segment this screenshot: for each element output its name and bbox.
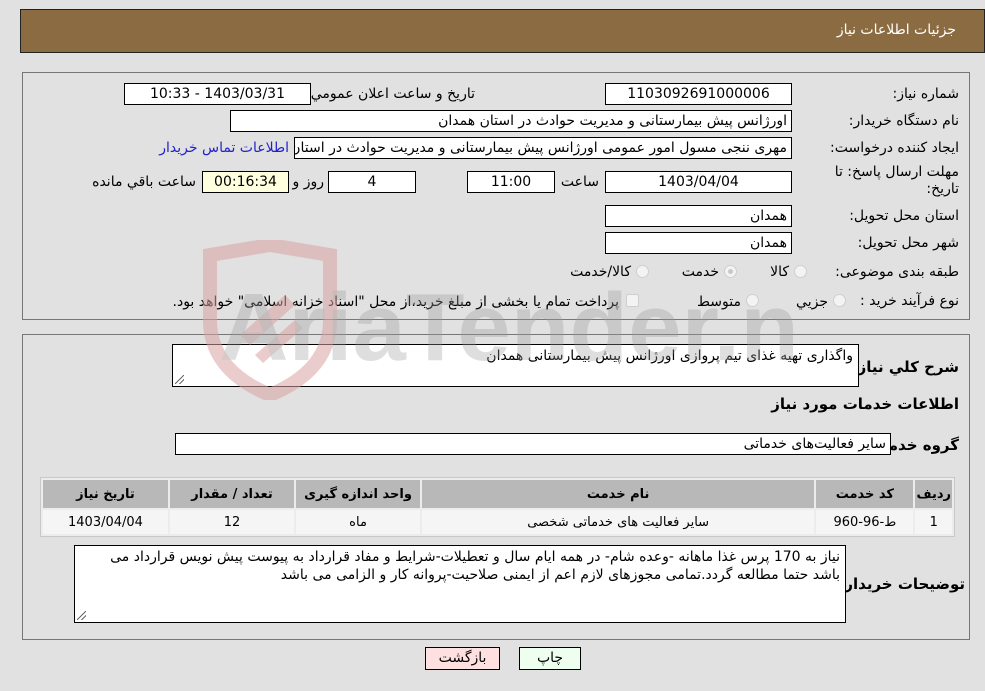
page-title: جزئیات اطلاعات نیاز <box>836 22 956 38</box>
buyer-notes-textarea[interactable]: نیاز به 170 پرس غذا ماهانه -وعده شام- در… <box>74 545 846 623</box>
deadline-time-label: ساعت <box>560 174 599 190</box>
summary-textarea[interactable]: واگذاری تهیه غذای تیم پروازی اورژانس پیش… <box>172 344 859 387</box>
deadline-label-line1: مهلت ارسال پاسخ: تا <box>834 164 959 180</box>
cell-row-number: 1 <box>915 510 952 534</box>
category-option-goods: کالا <box>770 264 789 280</box>
requester-field: مهری ننجی مسول امور عمومی اورژانس پیش بی… <box>294 137 792 159</box>
resize-grip-icon[interactable] <box>175 375 184 384</box>
cell-service-name: سایر فعالیت های خدماتی شخصی <box>422 510 815 534</box>
col-service-name: نام خدمت <box>422 480 815 508</box>
print-button[interactable]: چاپ <box>519 647 581 670</box>
buyer-org-field: اورژانس پیش بیمارستانی و مدیریت حوادث در… <box>230 110 792 132</box>
announce-datetime-label: تاریخ و ساعت اعلان عمومي: <box>306 86 475 102</box>
delivery-city-label: شهر محل تحویل: <box>857 235 959 251</box>
cell-service-code: ط-96-960 <box>816 510 914 534</box>
category-option-service: خدمت <box>681 264 719 280</box>
buyer-contact-link[interactable]: اطلاعات تماس خریدار <box>159 140 289 156</box>
col-service-code: کد خدمت <box>816 480 914 508</box>
treasury-note: پرداخت تمام یا بخشی از مبلغ خرید،از محل … <box>172 294 619 310</box>
col-need-date: تاریخ نیاز <box>43 480 168 508</box>
category-radio-goods[interactable] <box>794 265 807 278</box>
col-row-number: ردیف <box>915 480 952 508</box>
treasury-checkbox[interactable] <box>626 294 639 307</box>
remaining-time-label: ساعت باقي مانده <box>92 174 196 190</box>
deadline-time-field: 11:00 <box>467 171 555 193</box>
delivery-province-label: استان محل تحویل: <box>849 208 959 224</box>
cell-quantity: 12 <box>169 510 295 534</box>
category-radio-goods-service[interactable] <box>636 265 649 278</box>
table-header-row: ردیف کد خدمت نام خدمت واحد اندازه گیری ت… <box>43 480 952 508</box>
announce-datetime-field: 1403/03/31 - 10:33 <box>124 83 311 105</box>
need-number-field: 1103092691000006 <box>605 83 792 105</box>
requester-label: ايجاد کننده درخواست: <box>830 140 959 156</box>
need-info-panel: شماره نیاز: 1103092691000006 تاریخ و ساع… <box>22 72 970 320</box>
deadline-label-line2: تاریخ: <box>926 181 959 197</box>
category-label: طبقه بندی موضوعی: <box>835 264 959 280</box>
purchase-type-radio-minor[interactable] <box>833 294 846 307</box>
buyer-org-label: نام دستگاه خريدار: <box>848 113 959 129</box>
buyer-notes-text: نیاز به 170 پرس غذا ماهانه -وعده شام- در… <box>110 549 840 583</box>
purchase-type-radio-medium[interactable] <box>746 294 759 307</box>
buyer-notes-label: توضيحات خريدار: <box>838 575 965 593</box>
cell-unit: ماه <box>296 510 421 534</box>
days-label: روز و <box>292 174 325 190</box>
purchase-type-label: نوع فرآیند خرید : <box>860 293 959 309</box>
summary-label: شرح کلي نياز: <box>851 358 959 376</box>
remaining-days-field: 4 <box>328 171 416 193</box>
remaining-time-field: 00:16:34 <box>202 171 289 193</box>
delivery-province-field: همدان <box>605 205 792 227</box>
services-heading: اطلاعات خدمات مورد نياز <box>771 395 959 413</box>
cell-need-date: 1403/04/04 <box>43 510 168 534</box>
delivery-city-field: همدان <box>605 232 792 254</box>
services-table: ردیف کد خدمت نام خدمت واحد اندازه گیری ت… <box>40 477 955 537</box>
page-header: جزئیات اطلاعات نیاز <box>20 9 985 53</box>
need-details-panel: شرح کلي نياز: واگذاری تهیه غذای تیم پروا… <box>22 334 970 640</box>
col-quantity: تعداد / مقدار <box>169 480 295 508</box>
purchase-type-option-medium: متوسط <box>697 294 741 310</box>
table-row: 1 ط-96-960 سایر فعالیت های خدماتی شخصی م… <box>43 510 952 534</box>
need-number-label: شماره نیاز: <box>892 86 960 102</box>
purchase-type-option-minor: جزيي <box>796 294 828 310</box>
deadline-date-field: 1403/04/04 <box>605 171 792 193</box>
col-unit: واحد اندازه گیری <box>296 480 421 508</box>
resize-grip-icon[interactable] <box>77 611 86 620</box>
back-button[interactable]: بازگشت <box>425 647 500 670</box>
service-group-field: سایر فعالیت‌های خدماتی <box>175 433 891 455</box>
summary-text: واگذاری تهیه غذای تیم پروازی اورژانس پیش… <box>486 348 853 364</box>
category-option-goods-service: کالا/خدمت <box>570 264 631 280</box>
category-radio-service[interactable] <box>724 265 737 278</box>
